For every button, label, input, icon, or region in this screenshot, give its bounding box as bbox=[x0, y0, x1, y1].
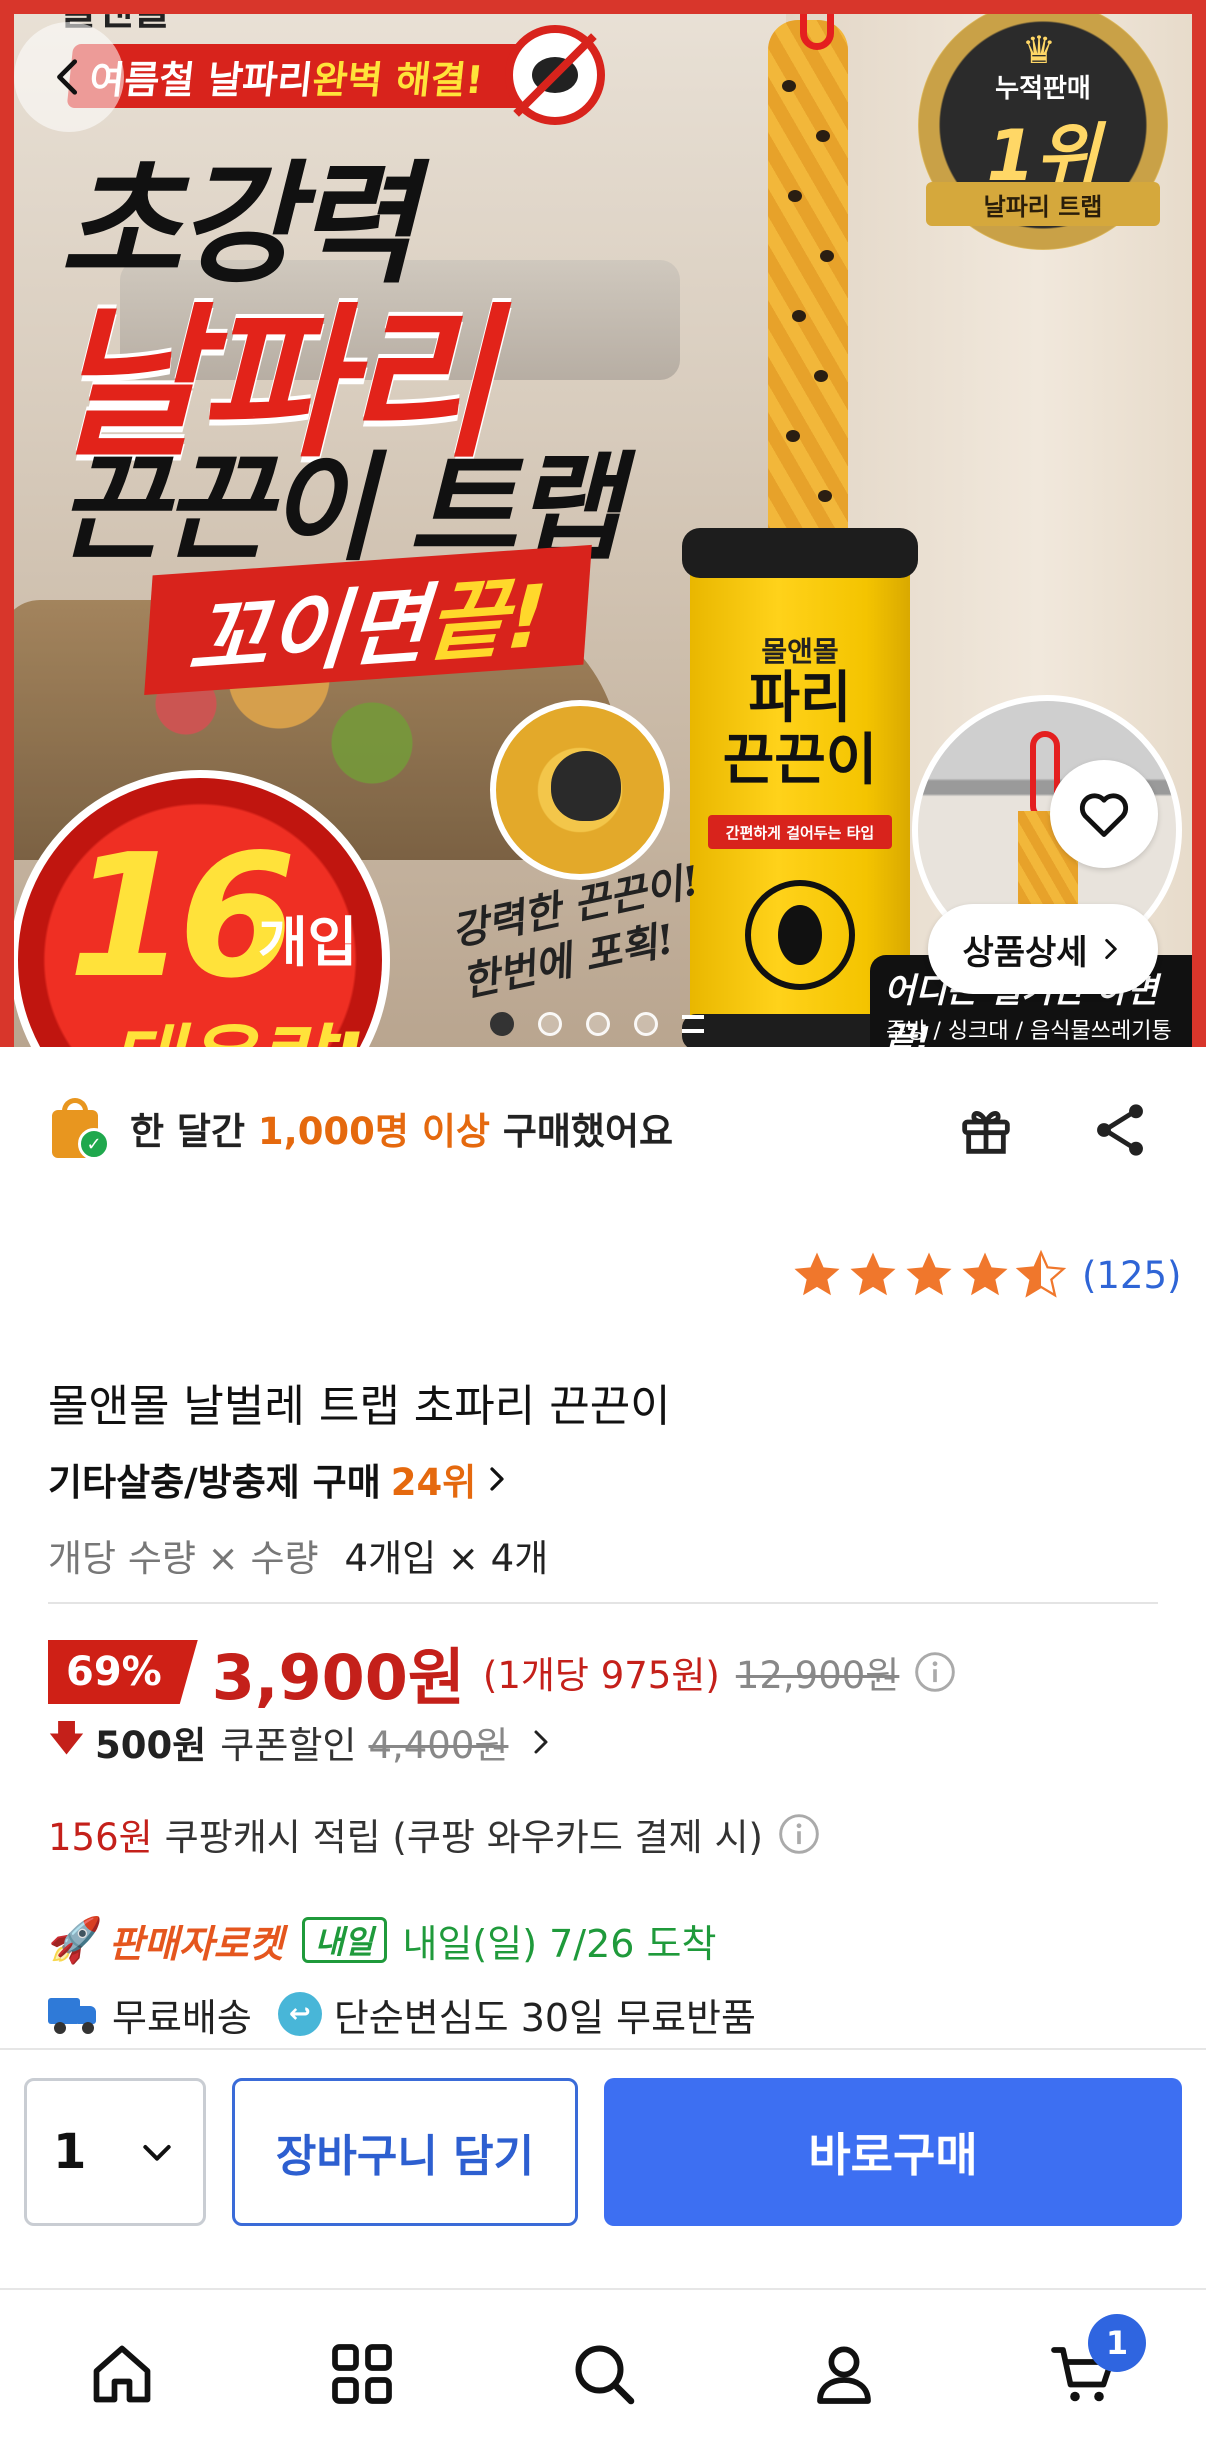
rocket-label: 판매자로켓 bbox=[108, 1921, 284, 1966]
tab-categories[interactable] bbox=[322, 2334, 402, 2414]
cash-amount: 156원 bbox=[48, 1816, 153, 1859]
product-image-carousel[interactable]: 몰앤몰 여름철 날파리 완벽 해결! 초강력 날파리 끈끈이 트랩 꼬이면 끝!… bbox=[0, 0, 1206, 1047]
search-icon bbox=[575, 2345, 635, 2405]
wishlist-button[interactable] bbox=[1050, 760, 1158, 868]
option-summary: 개당 수량 × 수량 4개입 × 4개 bbox=[48, 1528, 548, 1582]
user-icon bbox=[817, 2346, 871, 2404]
star-rating bbox=[790, 1248, 1068, 1302]
tab-my-account[interactable] bbox=[804, 2334, 884, 2414]
option-value: 4개입 × 4개 bbox=[344, 1537, 549, 1580]
chevron-right-icon bbox=[534, 1730, 548, 1754]
grid-icon bbox=[332, 2344, 392, 2404]
home-icon bbox=[93, 2345, 151, 2403]
heart-icon bbox=[1079, 793, 1129, 837]
original-price: 12,900원 bbox=[735, 1654, 900, 1697]
return-icon: ↩ bbox=[277, 1992, 322, 2036]
arrival-date: 내일(일) 7/26 도착 bbox=[402, 1921, 717, 1966]
truck-icon bbox=[48, 1994, 98, 2034]
tab-search[interactable] bbox=[564, 2334, 644, 2414]
sale-price: 3,900원 bbox=[211, 1641, 465, 1714]
tab-home[interactable] bbox=[82, 2334, 162, 2414]
purchase-action-bar: 1 장바구니 담기 바로구매 bbox=[0, 2048, 1206, 2288]
carousel-indicator[interactable] bbox=[490, 1012, 704, 1036]
carousel-dot[interactable] bbox=[538, 1012, 562, 1036]
down-arrow-icon: 🡇 bbox=[48, 1717, 86, 1759]
coupon-discount[interactable]: 🡇 500원 쿠폰할인 4,400원 bbox=[48, 1712, 556, 1772]
star-full-icon bbox=[850, 1252, 896, 1296]
carousel-dot[interactable] bbox=[634, 1012, 658, 1036]
carousel-dot[interactable] bbox=[490, 1012, 514, 1036]
quantity-value: 1 bbox=[53, 2124, 87, 2180]
info-icon[interactable] bbox=[913, 1650, 957, 1694]
gift-icon[interactable] bbox=[954, 1098, 1018, 1162]
stats-highlight: 1,000명 이상 bbox=[257, 1110, 490, 1153]
cash-label: 쿠팡캐시 적립 (쿠팡 와우카드 결제 시) bbox=[164, 1816, 763, 1859]
review-count[interactable]: (125) bbox=[1082, 1254, 1182, 1297]
carousel-dot[interactable] bbox=[586, 1012, 610, 1036]
option-label: 개당 수량 × 수량 bbox=[48, 1537, 319, 1580]
banner-frame bbox=[0, 0, 1206, 1047]
shopping-bag-icon: ✓ bbox=[48, 1096, 112, 1160]
chevron-right-icon bbox=[1104, 938, 1117, 960]
info-icon[interactable] bbox=[777, 1812, 821, 1856]
star-full-icon bbox=[962, 1252, 1008, 1296]
share-icon[interactable] bbox=[1088, 1098, 1152, 1162]
free-shipping-label: 무료배송 bbox=[112, 1995, 252, 2040]
rocket-icon: 🚀 bbox=[48, 1915, 103, 1966]
carousel-more-icon[interactable] bbox=[682, 1015, 704, 1033]
chevron-right-icon bbox=[490, 1467, 504, 1491]
rating-summary[interactable]: (125) bbox=[790, 1245, 1182, 1305]
tab-cart[interactable]: 1 bbox=[1044, 2314, 1146, 2414]
category-rank-value: 24위 bbox=[390, 1461, 477, 1504]
category-rank-label: 기타살충/방충제 구매 bbox=[48, 1461, 381, 1504]
shipping-info: 무료배송 ↩ 단순변심도 30일 무료반품 bbox=[48, 1982, 756, 2046]
coupon-original-price: 4,400원 bbox=[368, 1724, 509, 1767]
bottom-tab-bar: 1 bbox=[0, 2288, 1206, 2449]
back-button[interactable] bbox=[14, 22, 124, 132]
product-detail-button[interactable]: 상품상세 bbox=[928, 904, 1158, 994]
star-half-icon bbox=[1015, 1249, 1067, 1298]
purchase-stats-text: 한 달간 1,000명 이상 구매했어요 bbox=[130, 1101, 673, 1155]
category-rank-link[interactable]: 기타살충/방충제 구매 24위 bbox=[48, 1452, 512, 1506]
coupon-label: 쿠폰할인 bbox=[220, 1724, 357, 1767]
quantity-select[interactable]: 1 bbox=[24, 2078, 206, 2226]
unit-price: (1개당 975원) bbox=[482, 1654, 720, 1697]
stats-suffix: 구매했어요 bbox=[489, 1110, 674, 1153]
tomorrow-badge: 내일 bbox=[301, 1917, 387, 1963]
star-full-icon bbox=[794, 1252, 840, 1296]
product-title: 몰앤몰 날벌레 트랩 초파리 끈끈이 bbox=[48, 1381, 671, 1432]
chevron-down-icon bbox=[143, 2145, 171, 2161]
divider bbox=[48, 1602, 1158, 1604]
free-return-label: 단순변심도 30일 무료반품 bbox=[333, 1995, 756, 2040]
price-row: 69% 3,900원 (1개당 975원) 12,900원 bbox=[48, 1632, 957, 1714]
star-full-icon bbox=[906, 1252, 952, 1296]
purchase-stats: ✓ 한 달간 1,000명 이상 구매했어요 bbox=[48, 1090, 1168, 1166]
check-icon: ✓ bbox=[78, 1128, 110, 1160]
discount-badge: 69% bbox=[48, 1640, 198, 1704]
stats-prefix: 한 달간 bbox=[130, 1110, 258, 1153]
add-to-cart-button[interactable]: 장바구니 담기 bbox=[232, 2078, 578, 2226]
detail-button-label: 상품상세 bbox=[962, 932, 1088, 973]
cart-count-badge: 1 bbox=[1088, 2314, 1146, 2372]
chevron-left-icon bbox=[57, 59, 78, 95]
delivery-info: 🚀 판매자로켓 내일 내일(일) 7/26 도착 bbox=[48, 1908, 716, 1972]
coupon-amount: 500원 bbox=[95, 1724, 207, 1767]
buy-now-button[interactable]: 바로구매 bbox=[604, 2078, 1182, 2226]
cash-reward: 156원 쿠팡캐시 적립 (쿠팡 와우카드 결제 시) bbox=[48, 1804, 821, 1864]
